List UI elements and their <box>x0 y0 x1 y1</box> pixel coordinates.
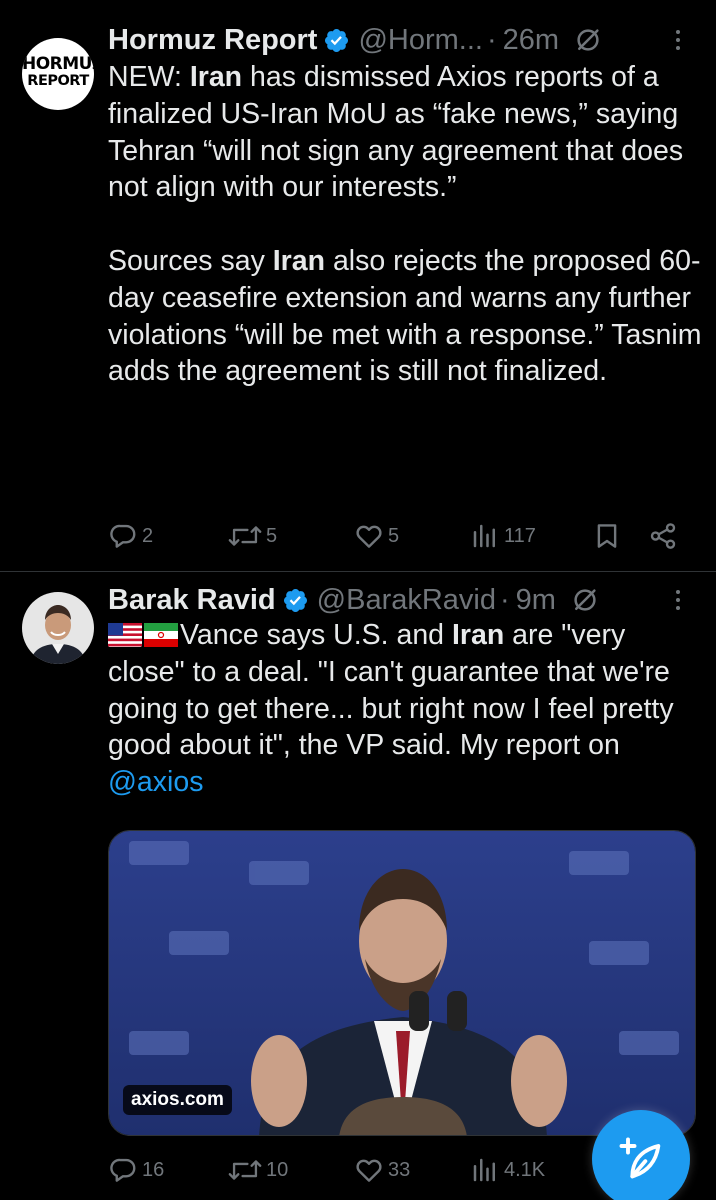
repost-count: 5 <box>266 524 278 547</box>
tweet-text: NEW: Iran has dismissed Axios reports of… <box>108 59 708 390</box>
tweet-paragraph: Sources say Iran also rejects the propos… <box>108 243 708 390</box>
like-button[interactable]: 33 <box>354 1150 410 1190</box>
share-icon <box>650 523 676 549</box>
separator-dot: · <box>486 23 497 56</box>
like-count: 33 <box>388 1158 411 1181</box>
reply-icon <box>110 1158 136 1182</box>
tweet-hormuz-report[interactable]: HORMUZ REPORT Hormuz Report @Horm... · 2… <box>0 0 716 572</box>
tweet-paragraph: NEW: Iran has dismissed Axios reports of… <box>108 59 708 206</box>
reply-count: 16 <box>142 1158 165 1181</box>
more-options-icon[interactable] <box>660 582 696 618</box>
author-name[interactable]: Hormuz Report <box>108 24 317 57</box>
bookmark-icon <box>597 524 617 548</box>
author-handle[interactable]: @Horm... <box>358 24 483 57</box>
like-count: 5 <box>388 524 400 547</box>
tweet-timestamp[interactable]: 9m <box>516 584 556 617</box>
avatar-barak-ravid[interactable] <box>22 592 94 664</box>
verified-badge-icon <box>325 28 349 52</box>
tweet-paragraph: Vance says U.S. and Iran are "very close… <box>108 617 708 801</box>
text-run: Vance says U.S. and <box>180 619 452 651</box>
like-button[interactable]: 5 <box>354 516 399 556</box>
like-icon <box>356 525 382 548</box>
tweet-header: Hormuz Report @Horm... · 26m <box>108 20 696 60</box>
compose-plus-icon <box>619 1137 661 1179</box>
verified-badge-icon <box>283 588 307 612</box>
grok-icon[interactable] <box>570 585 600 615</box>
repost-icon <box>228 1160 262 1180</box>
tweet-text: Vance says U.S. and Iran are "very close… <box>108 617 708 801</box>
share-button[interactable] <box>648 516 678 556</box>
mention-link[interactable]: @axios <box>108 766 203 798</box>
views-button[interactable]: 117 <box>470 516 536 556</box>
tweet-header: Barak Ravid @BarakRavid · 9m <box>108 580 696 620</box>
views-count: 4.1K <box>504 1158 546 1181</box>
views-icon <box>473 1158 495 1182</box>
reply-count: 2 <box>142 524 154 547</box>
text-run: Sources say <box>108 244 273 277</box>
logo-text: REPORT <box>27 73 89 89</box>
more-options-icon[interactable] <box>660 22 696 58</box>
text-run-bold: Iran <box>451 619 505 651</box>
iran-flag-icon <box>144 623 178 647</box>
reply-icon <box>110 524 136 548</box>
author-handle[interactable]: @BarakRavid <box>317 584 496 617</box>
tweet-actions: 2 5 5 117 <box>108 516 688 556</box>
compose-button[interactable] <box>592 1110 690 1200</box>
us-flag-icon <box>108 623 142 647</box>
repost-icon <box>228 526 262 546</box>
bookmark-button[interactable] <box>592 516 622 556</box>
views-count: 117 <box>504 524 536 547</box>
avatar-hormuz-report[interactable]: HORMUZ REPORT <box>22 38 94 110</box>
author-name[interactable]: Barak Ravid <box>108 584 276 617</box>
text-run-bold: Iran <box>272 244 326 277</box>
avatar-photo <box>22 592 94 664</box>
separator-dot: · <box>500 583 510 616</box>
logo-text: HORMUZ <box>22 54 94 74</box>
repost-button[interactable]: 10 <box>228 1150 288 1190</box>
text-run: NEW: <box>108 61 190 93</box>
reply-button[interactable]: 2 <box>108 516 153 556</box>
reply-button[interactable]: 16 <box>108 1150 164 1190</box>
like-icon <box>356 1159 382 1182</box>
views-button[interactable]: 4.1K <box>470 1150 545 1190</box>
views-icon <box>473 524 495 548</box>
repost-button[interactable]: 5 <box>228 516 277 556</box>
tweet-timestamp[interactable]: 26m <box>503 24 559 57</box>
text-run-bold: Iran <box>189 61 243 93</box>
link-card-image[interactable]: axios.com <box>108 830 696 1136</box>
repost-count: 10 <box>266 1158 289 1181</box>
grok-icon[interactable] <box>573 25 603 55</box>
link-domain-label: axios.com <box>123 1085 232 1115</box>
